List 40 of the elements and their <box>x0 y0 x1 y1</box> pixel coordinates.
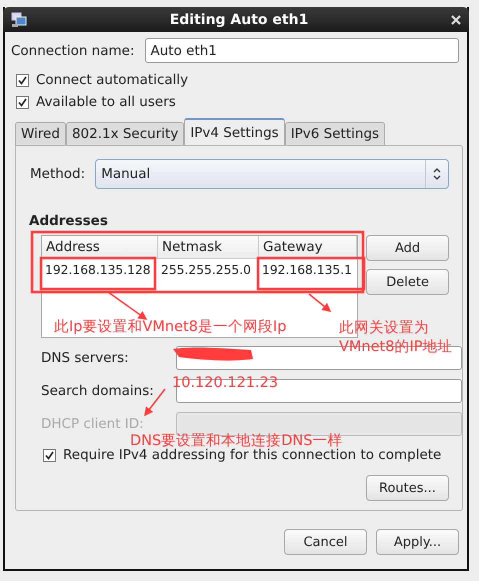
close-icon[interactable] <box>451 14 461 24</box>
annotation-text: 此网关设置为 <box>339 319 429 337</box>
cancel-button[interactable]: Cancel <box>284 529 367 555</box>
annotation-text: 10.120.121.23 <box>172 375 278 391</box>
computer-icon <box>11 12 27 28</box>
checkbox-label: Available to all users <box>36 94 176 110</box>
table-cell-text: 192.168.135.128 <box>45 262 151 277</box>
field-label: Method: <box>30 166 86 182</box>
window-title: Editing Auto eth1 <box>168 12 310 28</box>
tab[interactable]: Wired <box>15 122 66 145</box>
field-label: DHCP client ID: <box>41 416 145 432</box>
checkbox[interactable] <box>16 96 29 108</box>
field-label: Connection name: <box>11 42 135 58</box>
routes-button[interactable]: Routes... <box>366 475 449 501</box>
section-heading: Addresses <box>29 213 109 229</box>
apply-button[interactable]: Apply... <box>376 529 459 555</box>
field-label: DNS servers: <box>41 350 130 366</box>
annotation-text: DNS要设置和本地连接DNS一样 <box>130 432 342 449</box>
checkbox-label: Connect automatically <box>36 72 188 88</box>
arrow <box>308 293 332 312</box>
tab[interactable]: IPv6 Settings <box>284 122 386 145</box>
checkbox-label: Require IPv4 addressing for this connection to complete <box>63 447 442 463</box>
checkbox[interactable] <box>16 74 29 86</box>
arrow <box>108 291 148 320</box>
checkbox[interactable] <box>43 448 56 462</box>
delete-button[interactable]: Delete <box>366 269 449 295</box>
table-cell-text: 192.168.135.1 <box>262 262 352 277</box>
method-dropdown[interactable]: Manual <box>95 159 449 189</box>
tab[interactable]: 802.1x Security <box>66 122 184 145</box>
connection-name-field[interactable]: Auto eth1 <box>144 38 459 63</box>
annotation-text: 此Ip要设置和VMnet8是一个网段Ip <box>54 318 286 336</box>
up-down-arrow-icon <box>433 168 441 180</box>
table-cell-text: 255.255.255.0 <box>161 262 251 277</box>
column-header[interactable]: Gateway <box>259 236 358 258</box>
add-button[interactable]: Add <box>366 235 449 261</box>
field-label: Search domains: <box>41 383 155 399</box>
tab[interactable]: IPv4 Settings <box>184 118 285 145</box>
column-header[interactable]: Address <box>42 236 158 258</box>
column-header[interactable]: Netmask <box>158 236 259 258</box>
annotation-text: VMnet8的IP地址 <box>339 338 452 356</box>
